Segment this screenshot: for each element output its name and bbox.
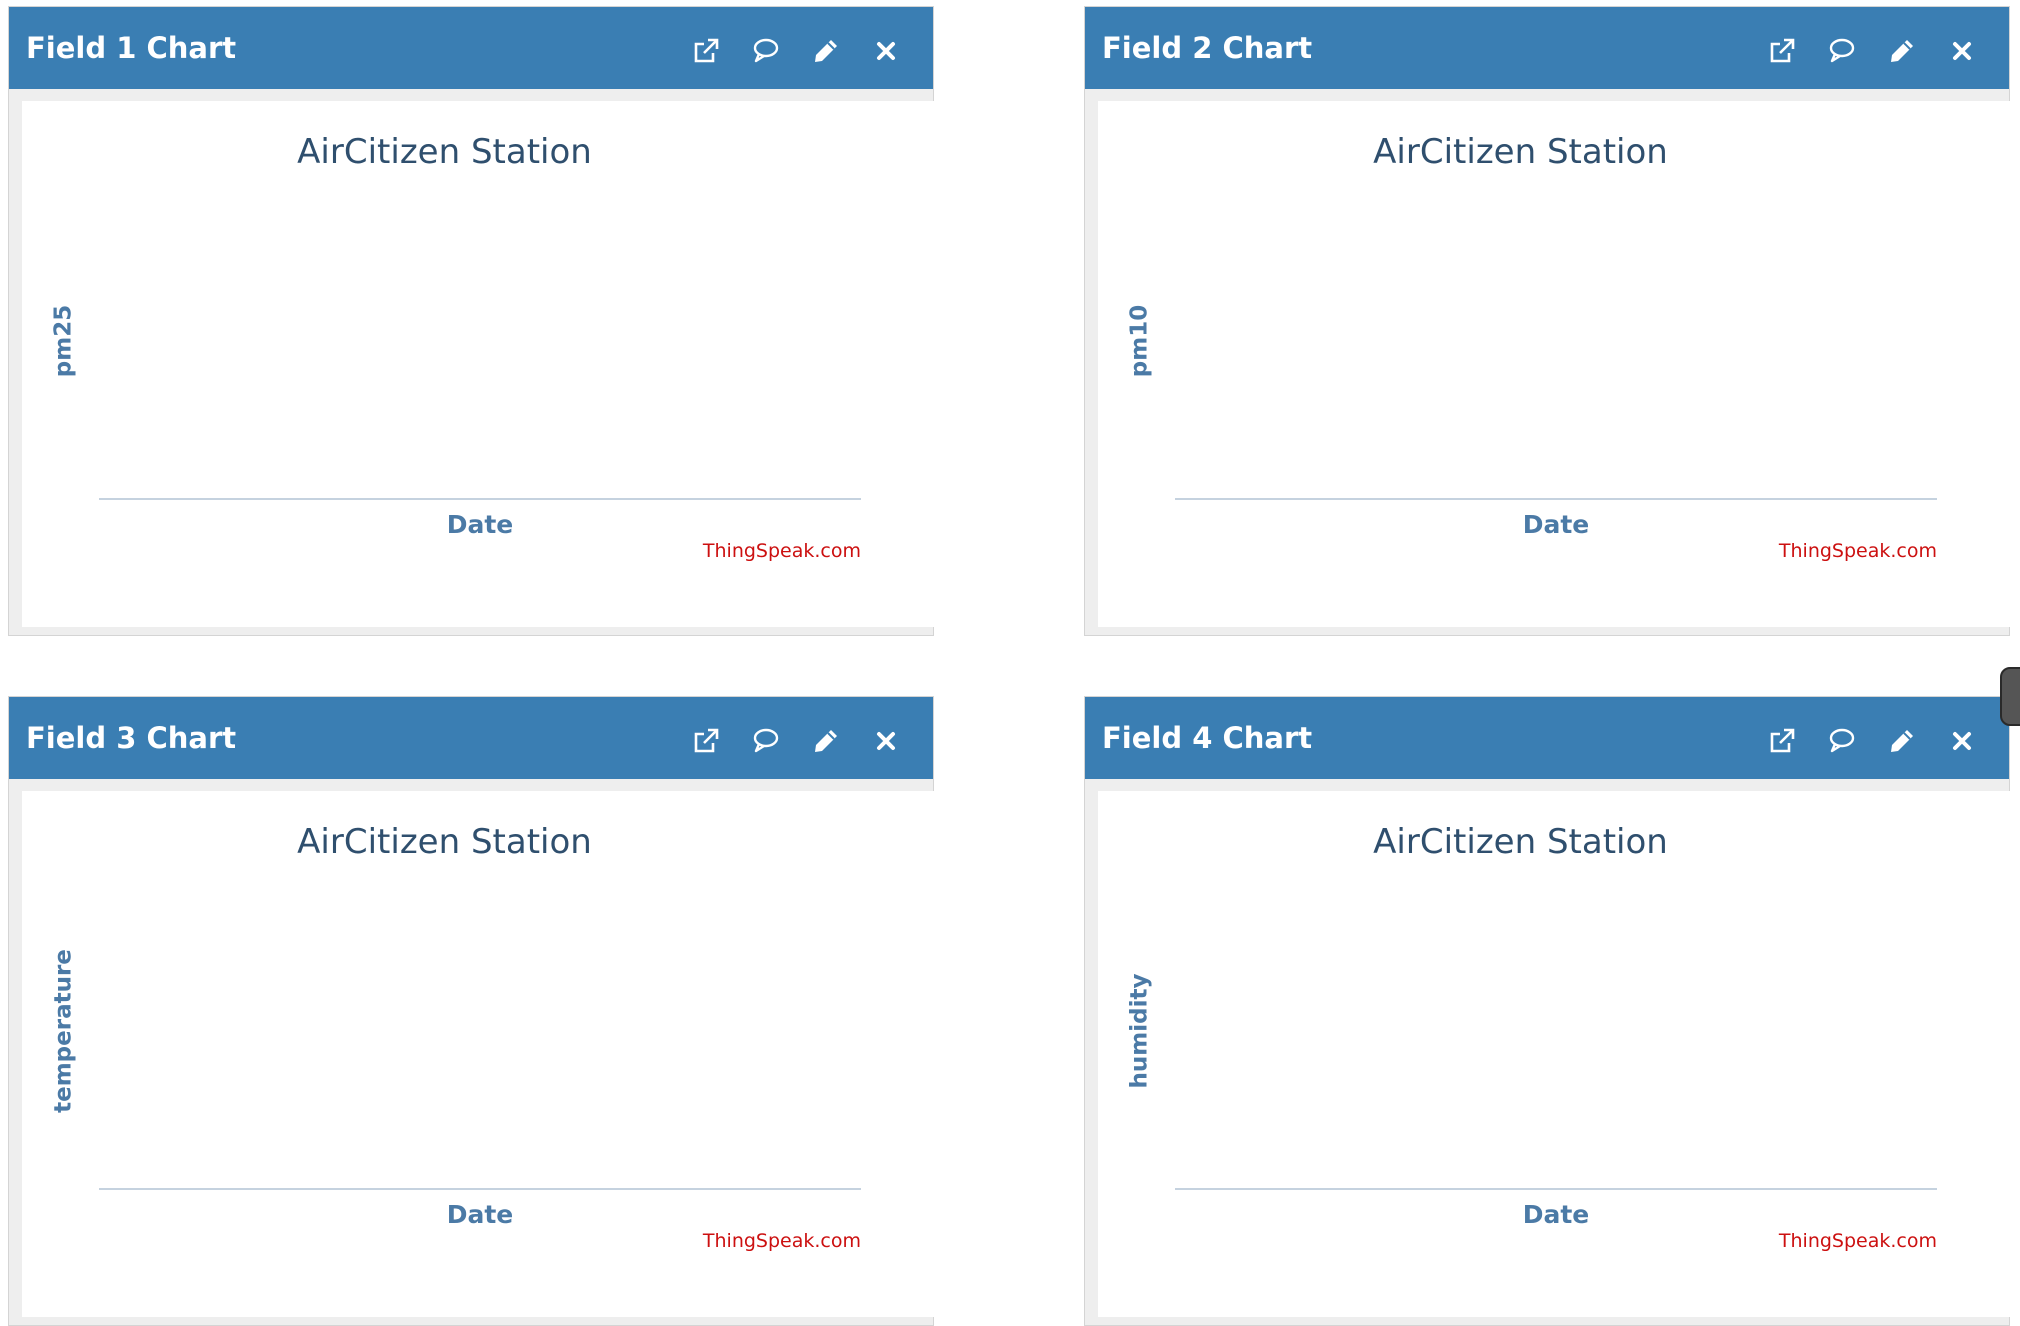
x-axis-line (1175, 1188, 1937, 1190)
comment-icon[interactable] (1823, 33, 1861, 69)
external-link-icon[interactable] (1763, 723, 1801, 759)
comment-icon[interactable] (1823, 723, 1861, 759)
y-axis-label: humidity (1126, 973, 1153, 1089)
chart-area: AirCitizen Station pm25 Date ThingSpeak.… (22, 101, 936, 627)
x-axis-line (1175, 498, 1937, 500)
field-2-chart-card: Field 2 Chart AirCitizen Station pm10 Da… (1084, 6, 2012, 636)
header-icons (1763, 33, 1981, 69)
thingspeak-credit[interactable]: ThingSpeak.com (703, 1232, 861, 1251)
pencil-icon[interactable] (807, 723, 845, 759)
x-axis-label: Date (1522, 510, 1590, 539)
x-axis-line (99, 1188, 861, 1190)
chart-title: AirCitizen Station (297, 132, 592, 172)
card-header: Field 1 Chart (9, 7, 933, 89)
chart-title: AirCitizen Station (1373, 822, 1668, 862)
close-icon[interactable] (1943, 723, 1981, 759)
header-icons (687, 33, 905, 69)
thingspeak-credit[interactable]: ThingSpeak.com (1779, 542, 1937, 561)
x-axis-label: Date (446, 1200, 514, 1229)
pencil-icon[interactable] (1883, 33, 1921, 69)
chart-title: AirCitizen Station (1373, 132, 1668, 172)
chart-title: AirCitizen Station (297, 822, 592, 862)
thingspeak-credit[interactable]: ThingSpeak.com (1779, 1232, 1937, 1251)
y-axis-label: pm25 (50, 304, 77, 378)
thingspeak-credit[interactable]: ThingSpeak.com (703, 542, 861, 561)
comment-icon[interactable] (747, 723, 785, 759)
card-title: Field 2 Chart (1102, 31, 1313, 65)
chart-area: AirCitizen Station humidity Date ThingSp… (1098, 791, 2012, 1317)
y-axis-label: temperature (50, 949, 77, 1113)
x-axis-line (99, 498, 861, 500)
y-axis-label: pm10 (1126, 304, 1153, 378)
card-header: Field 2 Chart (1085, 7, 2009, 89)
external-link-icon[interactable] (687, 33, 725, 69)
pencil-icon[interactable] (807, 33, 845, 69)
chart-area: AirCitizen Station temperature Date Thin… (22, 791, 936, 1317)
header-icons (1763, 723, 1981, 759)
card-title: Field 4 Chart (1102, 721, 1313, 755)
x-axis-label: Date (1522, 1200, 1590, 1229)
field-1-chart-card: Field 1 Chart AirCitizen Station pm25 Da… (8, 6, 936, 636)
close-icon[interactable] (867, 33, 905, 69)
close-icon[interactable] (1943, 33, 1981, 69)
card-header: Field 4 Chart (1085, 697, 2009, 779)
close-icon[interactable] (867, 723, 905, 759)
comment-icon[interactable] (747, 33, 785, 69)
chart-area: AirCitizen Station pm10 Date ThingSpeak.… (1098, 101, 2012, 627)
card-title: Field 3 Chart (26, 721, 237, 755)
card-header: Field 3 Chart (9, 697, 933, 779)
external-link-icon[interactable] (1763, 33, 1801, 69)
x-axis-label: Date (446, 510, 514, 539)
field-3-chart-card: Field 3 Chart AirCitizen Station tempera… (8, 696, 936, 1326)
field-4-chart-card: Field 4 Chart AirCitizen Station humidit… (1084, 696, 2012, 1326)
header-icons (687, 723, 905, 759)
pencil-icon[interactable] (1883, 723, 1921, 759)
scrollbar-handle[interactable] (2000, 667, 2020, 726)
external-link-icon[interactable] (687, 723, 725, 759)
card-title: Field 1 Chart (26, 31, 237, 65)
